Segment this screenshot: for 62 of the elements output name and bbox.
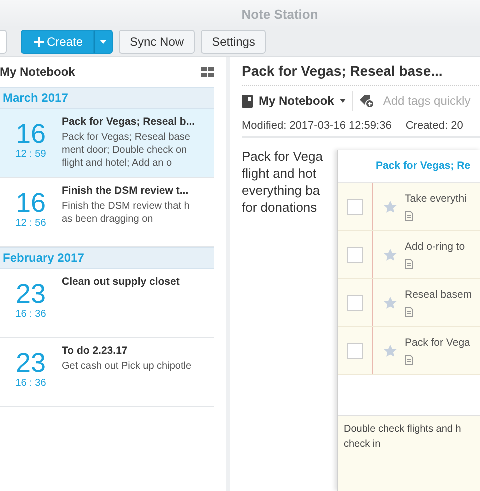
star-icon[interactable] (384, 296, 397, 308)
plus-icon (34, 37, 44, 47)
note-time: 12 : 59 (16, 149, 46, 160)
task-checkbox[interactable] (347, 294, 363, 310)
grid-view-icon (201, 67, 214, 77)
task-checkbox[interactable] (347, 246, 363, 262)
note-text: Double check flights and h (344, 423, 462, 437)
notebook-title: My Notebook (0, 65, 76, 79)
star-icon[interactable] (384, 248, 397, 260)
note-title: Finish the DSM review t... (62, 185, 190, 197)
note-day: 16 (16, 188, 46, 218)
document-icon (405, 354, 413, 364)
note-title: To do 2.23.17 (62, 345, 129, 357)
note-time: 16 : 36 (16, 378, 46, 389)
task-text: Take everythi (405, 192, 467, 204)
note-body-text: flight and hot (242, 165, 318, 182)
notebook-button[interactable]: My Notebook (242, 94, 346, 108)
note-item[interactable]: 23 16 : 36 To do 2.23.17 Get cash out Pick up chipotle (0, 338, 214, 407)
document-icon (405, 306, 413, 316)
task-text: Reseal basem (405, 288, 472, 300)
month-header: March 2017 (0, 87, 214, 109)
note-title: Clean out supply closet (62, 276, 180, 288)
task-checkbox[interactable] (347, 198, 363, 214)
month-header: February 2017 (0, 247, 214, 269)
note-time: 12 : 56 (16, 218, 46, 229)
star-icon[interactable] (384, 344, 397, 356)
note-time: 16 : 36 (16, 309, 46, 320)
note-snippet: Pack for Vegas; Reseal base (62, 131, 192, 144)
window-title: Note Station (242, 6, 318, 22)
note-body-text: everything ba (242, 182, 322, 199)
note-item[interactable]: 23 16 : 36 Clean out supply closet (0, 269, 214, 338)
note-snippet: flight and hotel; Add an o (62, 157, 174, 170)
sync-button[interactable]: Sync Now (119, 30, 196, 54)
modified-date: Modified: 2017-03-16 12:59:36 (242, 120, 392, 132)
caret-icon (100, 40, 108, 44)
document-icon (405, 210, 413, 220)
note-body-text: Pack for Vega (242, 148, 324, 165)
note-title: Pack for Vegas; Reseal b... (62, 116, 196, 128)
search-field[interactable] (0, 30, 7, 54)
dropdown-button[interactable] (94, 30, 114, 54)
note-text-area[interactable]: Double check flights and h check in (338, 415, 480, 491)
star-icon[interactable] (384, 200, 397, 212)
created-date: Created: 20 (406, 120, 464, 132)
note-snippet: ment door; Double check on (62, 144, 188, 157)
note-snippet: Get cash out Pick up chipotle (62, 360, 192, 373)
note-day: 23 (16, 279, 46, 309)
document-icon (405, 258, 413, 268)
task-text: Add o-ring to (405, 240, 466, 252)
note-title: Pack for Vegas; Reseal base... (242, 57, 480, 86)
settings-button[interactable]: Settings (201, 30, 266, 54)
task-text: Pack for Vega (405, 336, 470, 348)
tag-icon (359, 94, 376, 108)
notebook-icon (242, 94, 253, 108)
note-item[interactable]: 16 12 : 59 Pack for Vegas; Reseal b... Pack for Vegas; Reseal base ment door; Double check on flight and hotel; Add an o (0, 109, 214, 178)
note-body-text: for donations (242, 199, 318, 216)
note-snippet: as been dragging on (62, 213, 154, 226)
note-day: 23 (16, 348, 46, 378)
note-day: 16 (16, 119, 46, 149)
note-snippet: Finish the DSM review that h (62, 200, 190, 213)
task-checkbox[interactable] (347, 342, 363, 358)
caret-icon (340, 99, 346, 103)
note-text: check in (344, 438, 382, 452)
